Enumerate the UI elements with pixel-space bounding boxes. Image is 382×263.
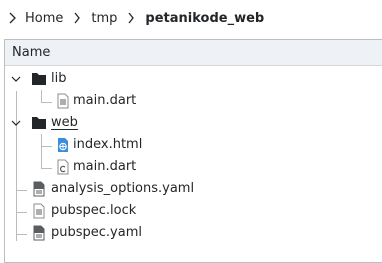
- file-tree-view[interactable]: Name lib main.dart web index.html main.d…: [4, 39, 382, 263]
- column-header-label: Name: [12, 45, 51, 60]
- yaml-file-icon: [31, 225, 47, 241]
- tree-item-label: pubspec.lock: [51, 203, 137, 218]
- tree-row-web-main-dart[interactable]: main.dart: [5, 156, 382, 178]
- source-file-icon: [55, 159, 71, 175]
- tree-item-label: lib: [51, 71, 67, 86]
- tree-item-label: pubspec.yaml: [51, 225, 142, 240]
- tree-item-label: main.dart: [73, 159, 137, 174]
- breadcrumb-tmp[interactable]: tmp: [88, 11, 120, 26]
- tree-row-pubspec-yaml[interactable]: pubspec.yaml: [5, 222, 382, 244]
- tree-row-index-html[interactable]: index.html: [5, 134, 382, 156]
- tree-item-label: web: [51, 115, 78, 130]
- breadcrumb-current[interactable]: petanikode_web: [142, 11, 267, 26]
- text-file-icon: [31, 203, 47, 219]
- chevron-right-icon: [124, 10, 138, 26]
- column-header-name[interactable]: Name: [5, 40, 382, 66]
- folder-icon: [31, 71, 47, 87]
- tree-item-label: index.html: [73, 137, 143, 152]
- tree-row-lib-main-dart[interactable]: main.dart: [5, 90, 382, 112]
- html-file-icon: [55, 137, 71, 153]
- text-file-icon: [55, 93, 71, 109]
- chevron-right-icon[interactable]: [4, 10, 20, 26]
- breadcrumb-home[interactable]: Home: [22, 11, 66, 26]
- tree-row-pubspec-lock[interactable]: pubspec.lock: [5, 200, 382, 222]
- tree-item-label: analysis_options.yaml: [51, 181, 195, 196]
- tree-row-analysis-options[interactable]: analysis_options.yaml: [5, 178, 382, 200]
- chevron-down-icon[interactable]: [10, 117, 22, 129]
- tree-row-lib[interactable]: lib: [5, 68, 382, 90]
- tree-item-label: main.dart: [73, 93, 137, 108]
- chevron-down-icon[interactable]: [10, 73, 22, 85]
- chevron-right-icon: [70, 10, 84, 26]
- folder-icon: [31, 115, 47, 131]
- yaml-file-icon: [31, 181, 47, 197]
- tree-row-web[interactable]: web: [5, 112, 382, 134]
- breadcrumb: Home tmp petanikode_web: [0, 0, 382, 36]
